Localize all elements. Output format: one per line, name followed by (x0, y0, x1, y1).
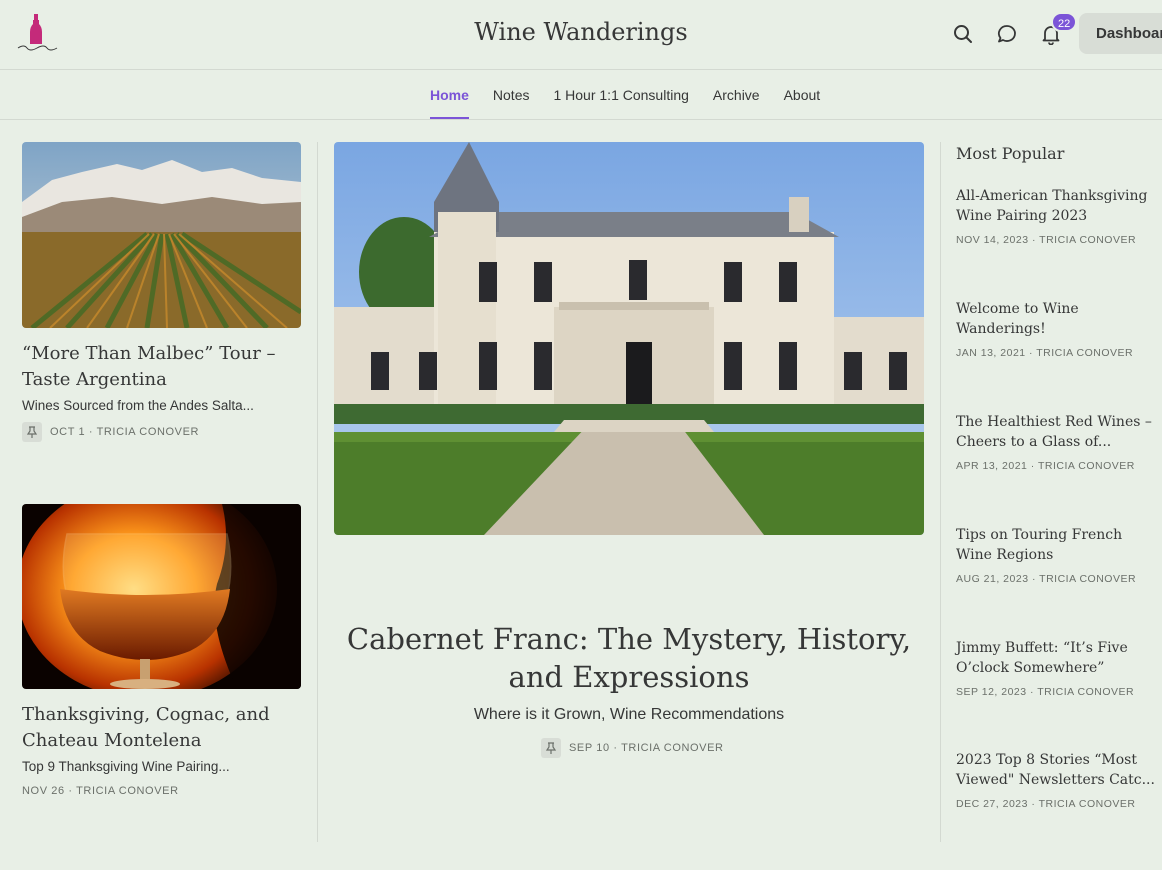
nav-about[interactable]: About (784, 71, 821, 119)
post-image-cognac-glass[interactable] (22, 504, 301, 689)
popular-item-meta: APR 13, 2021 · TRICIA CONOVER (956, 460, 1135, 472)
post-title[interactable]: Thanksgiving, Cognac, and Chateau Montel… (22, 702, 301, 754)
popular-item-title[interactable]: All-American Thanksgiving Wine Pairing 2… (956, 186, 1156, 226)
chat-icon[interactable] (996, 23, 1018, 45)
main-nav: Home Notes 1 Hour 1:1 Consulting Archive… (0, 71, 1162, 120)
popular-item-meta: DEC 27, 2023 · TRICIA CONOVER (956, 798, 1136, 810)
nav-notes[interactable]: Notes (493, 71, 530, 119)
post-title[interactable]: “More Than Malbec” Tour – Taste Argentin… (22, 341, 301, 393)
post-image-argentina-vineyard[interactable] (22, 142, 301, 328)
popular-item-meta: NOV 14, 2023 · TRICIA CONOVER (956, 234, 1137, 246)
popular-item-meta: JAN 13, 2021 · TRICIA CONOVER (956, 347, 1134, 359)
hero-image-chateau[interactable] (334, 142, 924, 535)
post-subtitle: Wines Sourced from the Andes Salta... (22, 398, 254, 413)
nav-archive[interactable]: Archive (713, 71, 760, 119)
hero-subtitle: Where is it Grown, Wine Recommendations (473, 706, 785, 723)
popular-item-meta: AUG 21, 2023 · TRICIA CONOVER (956, 573, 1137, 585)
popular-item-title[interactable]: The Healthiest Red Wines – Cheers to a G… (956, 412, 1156, 452)
notification-badge: 22 (1051, 12, 1078, 32)
column-divider-right (940, 142, 941, 842)
popular-item-title[interactable]: Welcome to Wine Wanderings! (956, 299, 1156, 339)
nav-home[interactable]: Home (430, 71, 469, 119)
post-subtitle: Top 9 Thanksgiving Wine Pairing... (22, 759, 230, 774)
dashboard-button[interactable]: Dashboard (1079, 13, 1162, 54)
popular-item-title[interactable]: Jimmy Buffett: “It’s Five O’clock Somewh… (956, 638, 1156, 678)
popular-item-title[interactable]: Tips on Touring French Wine Regions (956, 525, 1156, 565)
popular-item-title[interactable]: 2023 Top 8 Stories “Most Viewed" Newslet… (956, 750, 1156, 790)
pin-icon (22, 422, 42, 442)
search-icon[interactable] (952, 23, 974, 45)
post-meta: OCT 1 · TRICIA CONOVER (50, 426, 200, 438)
hero-meta: SEP 10 · TRICIA CONOVER (569, 742, 724, 754)
pin-icon (541, 738, 561, 758)
hero-title[interactable]: Cabernet Franc: The Mystery, History, an… (334, 620, 924, 696)
site-header: Wine Wanderings 22 Dashboard (0, 0, 1162, 70)
post-meta: NOV 26 · TRICIA CONOVER (22, 785, 179, 797)
popular-item-meta: SEP 12, 2023 · TRICIA CONOVER (956, 686, 1135, 698)
nav-consulting[interactable]: 1 Hour 1:1 Consulting (553, 71, 688, 119)
column-divider-left (317, 142, 318, 842)
most-popular-heading: Most Popular (956, 144, 1065, 163)
site-title[interactable]: Wine Wanderings (0, 18, 1162, 46)
